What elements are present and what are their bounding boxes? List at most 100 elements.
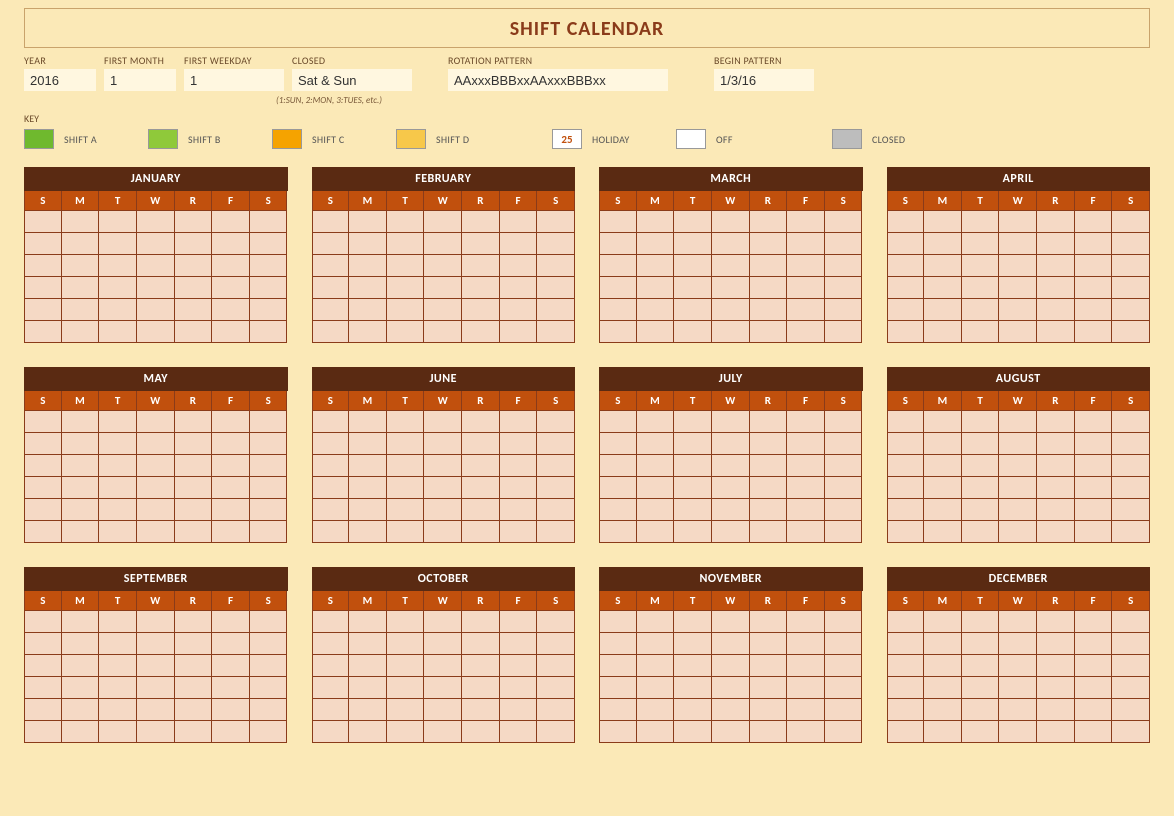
day-cell[interactable] xyxy=(924,655,962,677)
day-cell[interactable] xyxy=(924,233,962,255)
day-cell[interactable] xyxy=(825,499,863,521)
day-cell[interactable] xyxy=(537,299,575,321)
day-cell[interactable] xyxy=(462,499,500,521)
day-cell[interactable] xyxy=(712,521,750,543)
day-cell[interactable] xyxy=(787,699,825,721)
day-cell[interactable] xyxy=(999,611,1037,633)
day-cell[interactable] xyxy=(137,655,175,677)
day-cell[interactable] xyxy=(825,677,863,699)
day-cell[interactable] xyxy=(1037,721,1075,743)
day-cell[interactable] xyxy=(750,611,788,633)
day-cell[interactable] xyxy=(674,477,712,499)
day-cell[interactable] xyxy=(212,299,250,321)
param-input-first_month[interactable] xyxy=(104,69,176,91)
day-cell[interactable] xyxy=(387,255,425,277)
day-cell[interactable] xyxy=(1037,477,1075,499)
day-cell[interactable] xyxy=(424,677,462,699)
day-cell[interactable] xyxy=(1037,499,1075,521)
day-cell[interactable] xyxy=(1075,655,1113,677)
day-cell[interactable] xyxy=(137,233,175,255)
day-cell[interactable] xyxy=(175,611,213,633)
day-cell[interactable] xyxy=(787,433,825,455)
day-cell[interactable] xyxy=(99,633,137,655)
day-cell[interactable] xyxy=(500,477,538,499)
day-cell[interactable] xyxy=(825,299,863,321)
day-cell[interactable] xyxy=(387,455,425,477)
day-cell[interactable] xyxy=(137,321,175,343)
day-cell[interactable] xyxy=(825,411,863,433)
day-cell[interactable] xyxy=(537,633,575,655)
day-cell[interactable] xyxy=(1112,477,1150,499)
day-cell[interactable] xyxy=(537,255,575,277)
day-cell[interactable] xyxy=(24,721,62,743)
day-cell[interactable] xyxy=(24,677,62,699)
day-cell[interactable] xyxy=(787,655,825,677)
day-cell[interactable] xyxy=(712,433,750,455)
day-cell[interactable] xyxy=(424,455,462,477)
day-cell[interactable] xyxy=(924,521,962,543)
day-cell[interactable] xyxy=(349,277,387,299)
day-cell[interactable] xyxy=(962,277,1000,299)
day-cell[interactable] xyxy=(500,299,538,321)
day-cell[interactable] xyxy=(825,699,863,721)
day-cell[interactable] xyxy=(712,655,750,677)
day-cell[interactable] xyxy=(637,677,675,699)
day-cell[interactable] xyxy=(825,633,863,655)
day-cell[interactable] xyxy=(462,477,500,499)
day-cell[interactable] xyxy=(750,233,788,255)
day-cell[interactable] xyxy=(787,611,825,633)
day-cell[interactable] xyxy=(1075,499,1113,521)
day-cell[interactable] xyxy=(787,411,825,433)
day-cell[interactable] xyxy=(500,411,538,433)
day-cell[interactable] xyxy=(387,633,425,655)
day-cell[interactable] xyxy=(250,677,288,699)
day-cell[interactable] xyxy=(462,611,500,633)
day-cell[interactable] xyxy=(674,255,712,277)
day-cell[interactable] xyxy=(24,211,62,233)
day-cell[interactable] xyxy=(537,721,575,743)
day-cell[interactable] xyxy=(175,455,213,477)
day-cell[interactable] xyxy=(349,477,387,499)
day-cell[interactable] xyxy=(62,255,100,277)
day-cell[interactable] xyxy=(312,499,350,521)
day-cell[interactable] xyxy=(637,699,675,721)
day-cell[interactable] xyxy=(887,677,925,699)
day-cell[interactable] xyxy=(750,411,788,433)
day-cell[interactable] xyxy=(1075,411,1113,433)
day-cell[interactable] xyxy=(349,255,387,277)
day-cell[interactable] xyxy=(99,233,137,255)
day-cell[interactable] xyxy=(537,455,575,477)
day-cell[interactable] xyxy=(99,277,137,299)
day-cell[interactable] xyxy=(99,411,137,433)
day-cell[interactable] xyxy=(24,633,62,655)
day-cell[interactable] xyxy=(349,433,387,455)
day-cell[interactable] xyxy=(349,455,387,477)
day-cell[interactable] xyxy=(887,499,925,521)
day-cell[interactable] xyxy=(500,211,538,233)
day-cell[interactable] xyxy=(387,699,425,721)
day-cell[interactable] xyxy=(312,655,350,677)
day-cell[interactable] xyxy=(999,499,1037,521)
day-cell[interactable] xyxy=(537,433,575,455)
day-cell[interactable] xyxy=(175,721,213,743)
day-cell[interactable] xyxy=(462,455,500,477)
day-cell[interactable] xyxy=(599,255,637,277)
day-cell[interactable] xyxy=(1112,433,1150,455)
day-cell[interactable] xyxy=(424,277,462,299)
day-cell[interactable] xyxy=(387,521,425,543)
day-cell[interactable] xyxy=(887,233,925,255)
day-cell[interactable] xyxy=(250,655,288,677)
day-cell[interactable] xyxy=(137,477,175,499)
day-cell[interactable] xyxy=(62,477,100,499)
day-cell[interactable] xyxy=(924,433,962,455)
day-cell[interactable] xyxy=(599,477,637,499)
param-input-first_weekday[interactable] xyxy=(184,69,284,91)
day-cell[interactable] xyxy=(1075,433,1113,455)
day-cell[interactable] xyxy=(1037,455,1075,477)
day-cell[interactable] xyxy=(637,411,675,433)
day-cell[interactable] xyxy=(500,521,538,543)
day-cell[interactable] xyxy=(212,255,250,277)
day-cell[interactable] xyxy=(500,699,538,721)
day-cell[interactable] xyxy=(99,655,137,677)
day-cell[interactable] xyxy=(175,299,213,321)
